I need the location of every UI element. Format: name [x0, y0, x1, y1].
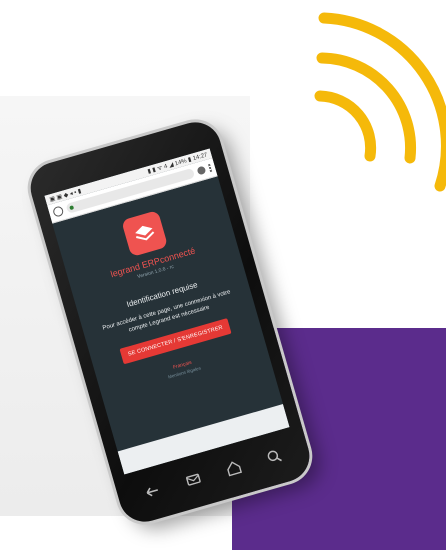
wireless-signal-icon — [314, 12, 446, 192]
lock-icon — [69, 205, 75, 211]
mail-icon[interactable] — [182, 469, 204, 491]
tabs-icon[interactable] — [196, 165, 207, 176]
home-icon[interactable] — [52, 205, 65, 218]
kebab-menu-icon[interactable] — [208, 163, 213, 173]
layers-icon — [135, 225, 155, 241]
home-icon[interactable] — [223, 457, 245, 479]
back-icon[interactable] — [142, 480, 164, 502]
app-logo — [121, 210, 169, 258]
